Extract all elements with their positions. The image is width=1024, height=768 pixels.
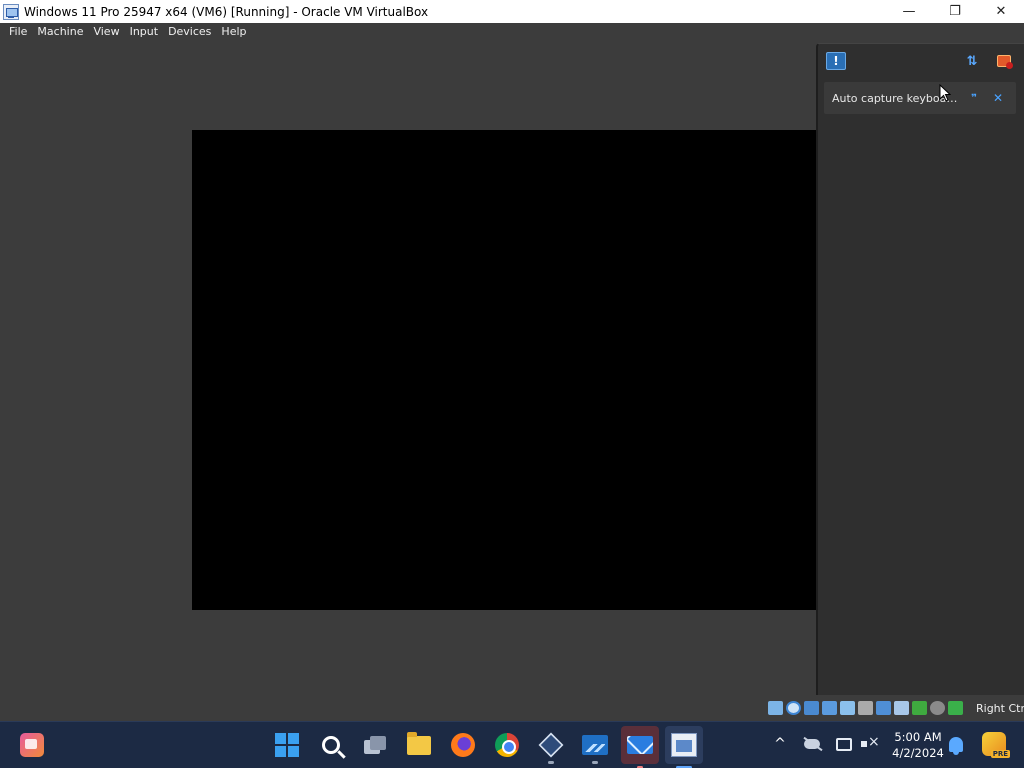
sort-icon: ⇅: [966, 53, 978, 69]
menu-file[interactable]: File: [4, 23, 32, 41]
onedrive-offline-icon[interactable]: [802, 734, 822, 754]
status-indicators: [768, 701, 963, 715]
restore-button[interactable]: ❐: [932, 0, 978, 23]
menu-input[interactable]: Input: [125, 23, 163, 41]
start-button[interactable]: [273, 731, 301, 759]
vm-display[interactable]: [192, 130, 816, 610]
mouse-integration-icon[interactable]: [930, 701, 945, 715]
cpu-execution-icon[interactable]: [912, 701, 927, 715]
copilot-icon: PRE: [982, 732, 1010, 758]
search-icon: [322, 736, 340, 754]
clear-notifications-button[interactable]: [994, 52, 1014, 70]
mail-icon: [627, 736, 653, 754]
copilot-button[interactable]: PRE: [980, 732, 1010, 758]
clear-all-icon: [997, 55, 1013, 69]
notification-center-header: ⇅: [818, 44, 1024, 76]
menu-bar: File Machine View Input Devices Help: [0, 23, 1024, 41]
vm-status-bar: Right Ctrl: [0, 697, 1024, 721]
menu-machine[interactable]: Machine: [32, 23, 88, 41]
notification-close-icon[interactable]: ✕: [990, 90, 1006, 106]
taskbar: ^ 5:00 AM 4/2/2024 PRE: [0, 721, 1024, 768]
sort-notifications-button[interactable]: ⇅: [962, 52, 982, 70]
audio-icon[interactable]: [804, 701, 819, 715]
preview-badge: PRE: [990, 750, 1010, 758]
optical-drive-icon[interactable]: [786, 701, 801, 715]
folder-icon: [407, 731, 431, 755]
file-explorer-button[interactable]: [405, 731, 433, 759]
clock-date: 4/2/2024: [892, 746, 944, 760]
system-clock[interactable]: 5:00 AM 4/2/2024: [890, 729, 946, 761]
display-icon[interactable]: [876, 701, 891, 715]
task-view-icon: [364, 736, 386, 754]
notification-item[interactable]: Auto capture keyboard ... ❞ ✕: [824, 82, 1016, 114]
firefox-button[interactable]: [449, 731, 477, 759]
keyboard-capture-icon[interactable]: [948, 701, 963, 715]
minimize-button[interactable]: —: [886, 0, 932, 23]
network-status-icon[interactable]: [834, 734, 854, 754]
network-icon[interactable]: [822, 701, 837, 715]
widgets-icon[interactable]: [20, 733, 44, 757]
monitor-app-icon: [582, 735, 608, 755]
task-view-button[interactable]: [361, 731, 389, 759]
search-button[interactable]: [317, 731, 345, 759]
chrome-button[interactable]: [493, 731, 521, 759]
window-title: Windows 11 Pro 25947 x64 (VM6) [Running]…: [24, 4, 429, 19]
windows-logo-icon: [275, 733, 299, 757]
firefox-icon: [451, 733, 475, 757]
running-indicator: [592, 761, 598, 764]
close-button[interactable]: ✕: [978, 0, 1024, 23]
running-indicator: [548, 761, 554, 764]
window-controls: — ❐ ✕: [886, 0, 1024, 23]
hard-disk-icon[interactable]: [768, 701, 783, 715]
notifications-bell-icon[interactable]: [946, 734, 966, 755]
title-bar: Windows 11 Pro 25947 x64 (VM6) [Running]…: [0, 0, 1024, 23]
virtualbox-vm-icon: [671, 733, 697, 757]
menu-view[interactable]: View: [88, 23, 124, 41]
usb-icon[interactable]: [840, 701, 855, 715]
virtualbox-manager-button[interactable]: [537, 731, 565, 764]
chrome-icon: [495, 733, 519, 757]
virtualbox-app-icon[interactable]: [3, 3, 19, 20]
menu-help[interactable]: Help: [216, 23, 251, 41]
host-key-label[interactable]: Right Ctrl: [976, 702, 1024, 715]
shared-folders-icon[interactable]: [858, 701, 873, 715]
show-hidden-icons-chevron[interactable]: ^: [772, 736, 788, 752]
monitor-app-button[interactable]: [581, 731, 609, 764]
volume-muted-icon[interactable]: [858, 734, 880, 754]
notification-info-icon[interactable]: [826, 52, 846, 70]
virtualbox-vm-button[interactable]: [665, 726, 703, 768]
notification-center: ⇅ Auto capture keyboard ... ❞ ✕: [816, 43, 1024, 695]
virtualbox-icon: [538, 732, 564, 758]
clock-time: 5:00 AM: [894, 730, 942, 744]
notification-help-icon[interactable]: ❞: [966, 90, 982, 106]
menu-devices[interactable]: Devices: [163, 23, 216, 41]
mail-button[interactable]: [621, 726, 659, 768]
recording-icon[interactable]: [894, 701, 909, 715]
